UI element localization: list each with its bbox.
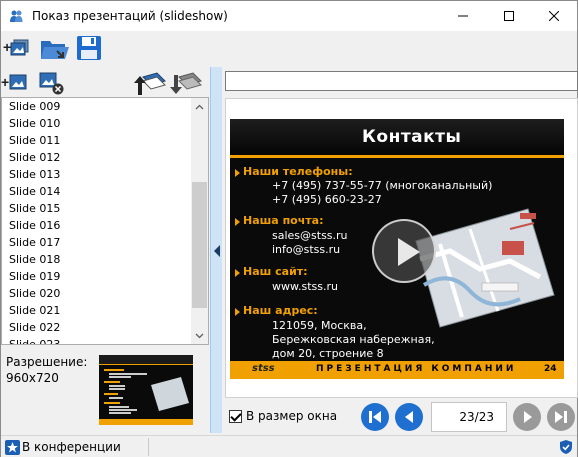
list-item[interactable]: Slide 021 (2, 302, 208, 319)
list-item[interactable]: Slide 023 (2, 336, 208, 344)
chevron-down-icon (195, 333, 204, 338)
slide-section-line: sales@stss.ru (272, 229, 348, 242)
title-bar: Показ презентаций (slideshow) (1, 1, 577, 31)
list-item[interactable]: Slide 017 (2, 234, 208, 251)
remove-slide-icon[interactable] (37, 69, 65, 97)
list-item[interactable]: Slide 016 (2, 217, 208, 234)
slide-thumbnail (99, 355, 193, 425)
list-item[interactable]: Slide 019 (2, 268, 208, 285)
slide-thumbnail-image (99, 355, 193, 425)
list-item[interactable]: Slide 011 (2, 132, 208, 149)
add-slide-icon[interactable]: + (1, 69, 29, 97)
footer-text: ПРЕЗЕНТАЦИЯ КОМПАНИИ (316, 364, 517, 374)
scroll-thumb[interactable] (192, 182, 207, 308)
maximize-icon (504, 11, 514, 21)
maximize-button[interactable] (486, 1, 532, 31)
slide-footer: stss ПРЕЗЕНТАЦИЯ КОМПАНИИ 24 (230, 361, 564, 379)
star-icon (5, 440, 20, 455)
slide-viewer[interactable]: Контакты Наши телефоны: +7 (495) 737-55-… (225, 98, 578, 398)
page-indicator[interactable]: 23/23 (431, 402, 507, 432)
path-input[interactable] (225, 71, 578, 91)
list-item[interactable]: Slide 010 (2, 115, 208, 132)
slide-section-heading: Наши телефоны: (243, 165, 353, 178)
skip-first-icon (369, 411, 381, 423)
fit-window-checkbox[interactable] (229, 410, 242, 423)
slide-info: Разрешение: 960x720 (1, 347, 209, 431)
slide-section-line: info@stss.ru (272, 243, 341, 256)
app-people-icon (10, 10, 23, 22)
footer-logo: stss (252, 363, 275, 374)
next-slide-button[interactable] (513, 403, 541, 431)
previous-icon (405, 411, 413, 423)
slide-section-heading: Наш сайт: (243, 265, 308, 278)
slide-title: Контакты (362, 127, 462, 147)
slide-list-scrollbar[interactable] (191, 98, 208, 344)
slide-section-heading: Наш адрес: (243, 304, 318, 317)
slideshow-window: Показ презентаций (slideshow) + + Slide … (0, 0, 578, 457)
open-folder-icon[interactable] (39, 33, 71, 65)
next-icon (524, 411, 532, 423)
slide-header: Контакты (230, 119, 564, 155)
list-item[interactable]: Slide 018 (2, 251, 208, 268)
svg-text:+: + (3, 39, 11, 55)
resolution-label: Разрешение: (6, 355, 88, 369)
list-item[interactable]: Slide 013 (2, 166, 208, 183)
star-glyph (7, 442, 18, 453)
last-slide-button[interactable] (547, 403, 575, 431)
slide-section-line: 121059, Москва, (272, 319, 367, 332)
bullet-icon (235, 308, 240, 316)
panel-splitter[interactable] (210, 67, 222, 433)
playback-controls: В размер окна 23/23 (225, 399, 578, 433)
close-icon (549, 11, 559, 21)
scroll-up-button[interactable] (191, 98, 208, 115)
svg-text:+: + (1, 74, 9, 90)
first-slide-button[interactable] (361, 403, 389, 431)
status-bar: В конференции (1, 435, 577, 457)
minimize-button[interactable] (440, 1, 486, 31)
list-item[interactable]: Slide 012 (2, 149, 208, 166)
bullet-icon (235, 269, 240, 277)
slide-toolbar: + (1, 67, 209, 97)
bullet-icon (235, 218, 240, 226)
skip-last-icon (555, 411, 567, 423)
slide-section-line: +7 (495) 660-23-27 (272, 193, 382, 206)
window-title: Показ презентаций (slideshow) (32, 9, 228, 23)
list-item[interactable]: Slide 015 (2, 200, 208, 217)
shield-icon (560, 440, 572, 454)
resolution-value: 960x720 (6, 371, 59, 385)
slide-section-line: дом 20, строение 8 (272, 347, 384, 360)
bullet-icon (235, 169, 240, 177)
minimize-icon (458, 15, 468, 17)
move-down-icon[interactable] (169, 69, 203, 97)
collapse-arrow-icon[interactable] (214, 245, 220, 257)
save-icon[interactable] (75, 34, 103, 62)
list-item[interactable]: Slide 014 (2, 183, 208, 200)
conference-status: В конференции (22, 440, 121, 454)
list-item[interactable]: Slide 022 (2, 319, 208, 336)
slide-list[interactable]: Slide 009 Slide 010 Slide 011 Slide 012 … (1, 97, 209, 345)
move-up-icon[interactable] (133, 69, 167, 97)
slide-preview: Контакты Наши телефоны: +7 (495) 737-55-… (230, 119, 564, 379)
slide-section-line: +7 (495) 737-55-77 (многоканальный) (272, 179, 493, 192)
add-slides-icon[interactable]: + (3, 35, 31, 63)
fit-window-label[interactable]: В размер окна (246, 409, 337, 423)
chevron-up-icon (195, 104, 204, 109)
footer-number: 24 (544, 364, 557, 374)
slide-section-line: www.stss.ru (272, 280, 338, 293)
close-button[interactable] (531, 1, 577, 31)
play-button[interactable] (372, 219, 436, 283)
previous-slide-button[interactable] (395, 403, 423, 431)
list-item[interactable]: Slide 009 (2, 98, 208, 115)
slide-section-line: Бережковская набережная, (272, 333, 435, 346)
scroll-down-button[interactable] (191, 327, 208, 344)
list-item[interactable]: Slide 020 (2, 285, 208, 302)
main-toolbar: + (1, 31, 577, 65)
status-divider (148, 438, 149, 456)
slide-header-stripe (230, 155, 564, 158)
slide-section-heading: Наша почта: (243, 214, 324, 227)
